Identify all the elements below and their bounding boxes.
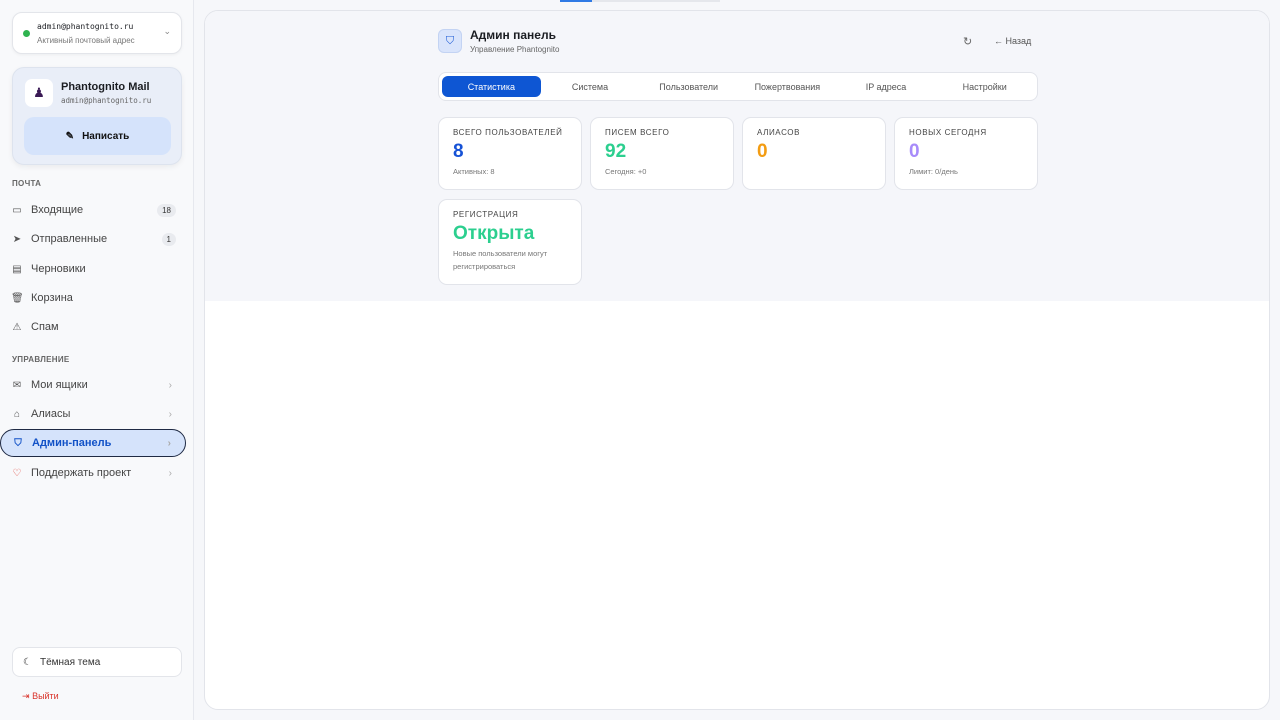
brand-name: Phantognito Mail xyxy=(61,81,150,93)
section-manage: УПРАВЛЕНИЕ xyxy=(12,355,70,364)
stat-card-users: ВСЕГО ПОЛЬЗОВАТЕЛЕЙ 8 Активных: 8 xyxy=(438,117,582,190)
account-email: admin@phantognito.ru xyxy=(37,22,134,31)
card-label: НОВЫХ СЕГОДНЯ xyxy=(909,128,987,137)
back-button[interactable]: ← Назад xyxy=(994,36,1031,46)
label: Спам xyxy=(31,321,59,333)
stat-card-aliases: АЛИАСОВ 0 xyxy=(742,117,886,190)
tab-system[interactable]: Система xyxy=(541,76,640,97)
count-badge: 1 xyxy=(161,232,176,246)
mailbox-icon: ✉ xyxy=(12,379,22,391)
compose-label: Написать xyxy=(82,130,130,142)
account-status: Активный почтовый адрес xyxy=(37,36,135,45)
sidebar-item-inbox[interactable]: ▭ Входящие 18 xyxy=(0,196,186,224)
brand-card: ♟ Phantognito Mail admin@phantognito.ru … xyxy=(12,67,182,165)
card-value: 92 xyxy=(605,141,627,162)
card-label: АЛИАСОВ xyxy=(757,128,801,137)
tab-stats[interactable]: Статистика xyxy=(442,76,541,97)
tag-icon: ⌂ xyxy=(13,408,21,420)
card-label: ВСЕГО ПОЛЬЗОВАТЕЛЕЙ xyxy=(453,128,563,137)
card-value: 8 xyxy=(453,141,464,162)
card-sub: Новые пользователи могут регистрироватьс… xyxy=(453,249,548,271)
shield-icon: ⛉ xyxy=(14,437,22,449)
file-icon: ▤ xyxy=(12,263,22,275)
top-progress xyxy=(560,0,720,2)
sidebar-item-mailboxes[interactable]: ✉ Мои ящики › xyxy=(0,371,186,399)
trash-icon: 🗑 xyxy=(11,292,24,304)
brand-email: admin@phantognito.ru xyxy=(61,96,152,105)
page-title: Админ панель xyxy=(470,28,556,42)
chevron-right-icon: › xyxy=(168,467,172,479)
edit-icon: ✎ xyxy=(65,130,75,142)
card-value: Открыта xyxy=(453,223,535,244)
label: Поддержать проект xyxy=(31,467,132,479)
theme-label: Тёмная тема xyxy=(39,656,101,668)
label: Алиасы xyxy=(31,408,71,420)
status-dot-icon xyxy=(23,30,30,37)
logo-icon: ♟ xyxy=(25,79,53,107)
card-sub: Лимит: 0/день xyxy=(909,167,958,176)
sidebar-item-drafts[interactable]: ▤ Черновики xyxy=(0,255,186,283)
tab-donations[interactable]: Пожертвования xyxy=(738,76,837,97)
label: Отправленные xyxy=(31,233,108,245)
refresh-icon[interactable]: ↻ xyxy=(963,35,972,48)
tab-ip[interactable]: IP адреса xyxy=(837,76,936,97)
stat-card-emails: ПИСЕМ ВСЕГО 92 Сегодня: +0 xyxy=(590,117,734,190)
admin-area xyxy=(205,11,1269,301)
sidebar: admin@phantognito.ru Активный почтовый а… xyxy=(0,0,194,720)
theme-toggle[interactable]: ☾ Тёмная тема xyxy=(12,647,182,677)
main-panel: ⛉ Админ панель Управление Phantognito ↻ … xyxy=(204,10,1270,710)
send-icon: ➤ xyxy=(12,233,22,245)
heart-icon: ♡ xyxy=(12,467,22,479)
card-sub: Сегодня: +0 xyxy=(605,167,647,176)
label: Мои ящики xyxy=(31,379,88,391)
logout-button[interactable]: ⇥ Выйти xyxy=(22,691,59,702)
chevron-down-icon: ⌄ xyxy=(163,26,171,36)
inbox-icon: ▭ xyxy=(12,204,22,216)
warning-icon: ⚠ xyxy=(12,321,22,333)
page-subtitle: Управление Phantognito xyxy=(470,45,560,54)
sidebar-item-admin[interactable]: ⛉ Админ-панель › xyxy=(0,429,186,457)
stat-card-registration: РЕГИСТРАЦИЯ Открыта Новые пользователи мог… xyxy=(438,199,582,285)
sidebar-item-sent[interactable]: ➤ Отправленные 1 xyxy=(0,225,186,253)
tab-users[interactable]: Пользователи xyxy=(639,76,738,97)
sidebar-item-support[interactable]: ♡ Поддержать проект › xyxy=(0,459,186,487)
moon-icon: ☾ xyxy=(23,656,32,668)
tab-settings[interactable]: Настройки xyxy=(935,76,1034,97)
label: Админ-панель xyxy=(32,437,112,449)
card-label: РЕГИСТРАЦИЯ xyxy=(453,210,519,219)
chevron-right-icon: › xyxy=(168,379,172,391)
sidebar-item-spam[interactable]: ⚠ Спам xyxy=(0,313,186,341)
card-value: 0 xyxy=(757,141,768,162)
chevron-right-icon: › xyxy=(167,437,171,449)
logout-label: Выйти xyxy=(32,691,59,701)
shield-icon: ⛉ xyxy=(438,29,462,53)
chevron-right-icon: › xyxy=(168,408,172,420)
unread-badge: 18 xyxy=(157,203,176,217)
card-value: 0 xyxy=(909,141,920,162)
card-sub: Активных: 8 xyxy=(453,167,495,176)
logout-icon: ⇥ xyxy=(22,691,30,701)
sidebar-item-aliases[interactable]: ⌂ Алиасы › xyxy=(0,400,186,428)
stat-card-new-today: НОВЫХ СЕГОДНЯ 0 Лимит: 0/день xyxy=(894,117,1038,190)
card-label: ПИСЕМ ВСЕГО xyxy=(605,128,670,137)
sidebar-item-trash[interactable]: 🗑 Корзина xyxy=(0,284,186,312)
label: Корзина xyxy=(31,292,73,304)
section-mail: ПОЧТА xyxy=(12,179,42,188)
account-switcher[interactable]: admin@phantognito.ru Активный почтовый а… xyxy=(12,12,182,54)
label: Черновики xyxy=(31,263,86,275)
tab-bar: Статистика Система Пользователи Пожертво… xyxy=(438,72,1038,101)
compose-button[interactable]: ✎ Написать xyxy=(24,117,171,155)
label: Входящие xyxy=(31,204,84,216)
